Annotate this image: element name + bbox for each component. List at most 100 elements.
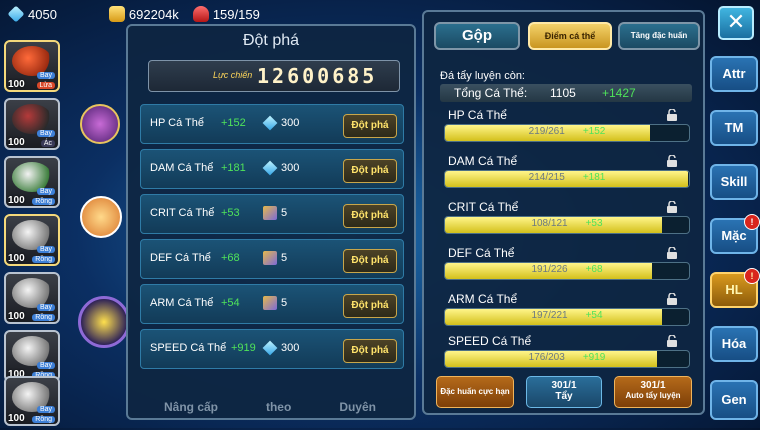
hero-level: 100 xyxy=(8,413,25,424)
diamond-icon xyxy=(262,160,278,176)
scroll-icon xyxy=(263,206,277,220)
bag-icon[interactable] xyxy=(80,196,122,238)
tab-individual-points[interactable]: Điểm cá thể xyxy=(528,22,612,50)
breakthrough-button[interactable]: Đột phá xyxy=(343,159,397,183)
breakthrough-button[interactable]: Đột phá xyxy=(343,339,397,363)
tab-label: TM xyxy=(724,120,744,135)
type-tag: Rồng xyxy=(32,416,55,423)
stat-bonus: +53 xyxy=(585,218,603,229)
stat-name: SPEED Cá Thể xyxy=(150,342,227,354)
tab-merge[interactable]: Gộp xyxy=(434,22,520,50)
tab-mac[interactable]: Mặc ! xyxy=(710,214,760,254)
type-tag: Bay xyxy=(36,406,55,413)
stat-progress-bar: 108/121 +53 xyxy=(444,216,690,234)
stat-name: SPEED Cá Thể xyxy=(448,334,532,348)
tab-tm[interactable]: TM xyxy=(710,110,758,146)
breakthrough-row: HP Cá Thể +152 300 Đột phá xyxy=(140,104,404,144)
hero-slot[interactable]: Bay Lửa 100 xyxy=(4,40,60,92)
combat-power-box: Lực chiến 12600685 xyxy=(148,60,400,92)
total-label: Tổng Cá Thể: xyxy=(454,86,528,100)
tab-skill[interactable]: Skill xyxy=(710,164,758,200)
tab-gen[interactable]: Gen xyxy=(710,380,758,420)
cost-amount: 5 xyxy=(281,252,288,264)
tab-label: Mặc xyxy=(721,228,747,243)
stat-progress-text: 108/121 +53 xyxy=(445,218,689,229)
scroll-icon xyxy=(263,251,277,265)
stat-value: 108/121 xyxy=(531,218,568,229)
cost-amount: 5 xyxy=(281,297,288,309)
auto-wash-count: 301/1 xyxy=(640,380,666,391)
hero-level: 100 xyxy=(8,79,25,90)
hero-slot[interactable]: Bay Ác 100 xyxy=(4,98,60,150)
type-tag: Bay xyxy=(36,304,55,311)
stat-name: CRIT Cá Thể xyxy=(448,200,519,214)
lock-icon[interactable] xyxy=(666,246,678,259)
stat-name: DEF Cá Thể xyxy=(150,252,211,264)
stat-increase: +54 xyxy=(221,297,240,309)
tab-affinity[interactable]: Duyên xyxy=(339,400,376,422)
combat-power-value: 12600685 xyxy=(257,64,378,88)
tab-hoa[interactable]: Hóa xyxy=(710,326,758,362)
stat-increase: +68 xyxy=(221,252,240,264)
cost-amount: 300 xyxy=(281,162,300,174)
tab-special-training[interactable]: Tăng đặc huấn xyxy=(618,22,700,50)
hero-slot[interactable]: Bay Rồng 100 xyxy=(4,376,60,426)
hero-slot[interactable]: Bay Rồng 100 xyxy=(4,330,60,382)
stat-value: 214/215 xyxy=(528,172,565,183)
breakthrough-button[interactable]: Đột phá xyxy=(343,294,397,318)
tab-hl[interactable]: HL ! xyxy=(710,268,760,308)
auto-wash-button[interactable]: 301/1 Auto tẩy luyện xyxy=(614,376,692,408)
stat-name: ARM Cá Thể xyxy=(448,292,518,306)
breakthrough-button[interactable]: Đột phá xyxy=(343,204,397,228)
type-tag: Rồng xyxy=(32,198,55,205)
training-panel: Gộp Điểm cá thể Tăng đặc huấn Đá tẩy luy… xyxy=(422,10,705,415)
type-tag: Rồng xyxy=(32,256,55,263)
wash-count: 301/1 xyxy=(551,380,577,391)
breakthrough-row: DAM Cá Thể +181 300 Đột phá xyxy=(140,149,404,189)
lock-icon[interactable] xyxy=(666,334,678,347)
stat-progress-bar: 219/261 +152 xyxy=(444,124,690,142)
lock-icon[interactable] xyxy=(666,108,678,121)
hero-slot[interactable]: Bay Rồng 100 xyxy=(4,156,60,208)
stat-bonus: +68 xyxy=(585,264,603,275)
hero-slot[interactable]: Bay Rồng 100 xyxy=(4,272,60,324)
breakthrough-row: CRIT Cá Thể +53 5 Đột phá xyxy=(140,194,404,234)
total-bonus: +1427 xyxy=(602,86,636,100)
lock-icon[interactable] xyxy=(666,154,678,167)
tab-follow[interactable]: theo xyxy=(266,400,291,422)
close-icon: ✕ xyxy=(726,9,746,34)
extreme-training-button[interactable]: Đặc huấn cực hạn xyxy=(436,376,514,408)
stat-progress-bar: 191/226 +68 xyxy=(444,262,690,280)
stat-progress-bar: 176/203 +919 xyxy=(444,350,690,368)
stat-row: DEF Cá Thể 191/226 +68 xyxy=(440,246,692,292)
lock-icon[interactable] xyxy=(666,200,678,213)
stat-bonus: +181 xyxy=(582,172,606,183)
breakthrough-button[interactable]: Đột phá xyxy=(343,114,397,138)
stat-progress-text: 191/226 +68 xyxy=(445,264,689,275)
stat-name: DEF Cá Thể xyxy=(448,246,515,260)
breakthrough-button[interactable]: Đột phá xyxy=(343,249,397,273)
close-button[interactable]: ✕ xyxy=(718,6,754,40)
breakthrough-panel: Đột phá Lực chiến 12600685 HP Cá Thể +15… xyxy=(126,24,416,420)
stat-row: HP Cá Thể 219/261 +152 xyxy=(440,108,692,154)
lock-icon[interactable] xyxy=(666,292,678,305)
hero-slot[interactable]: Bay Rồng 100 xyxy=(4,214,60,266)
stat-progress-text: 214/215 +181 xyxy=(445,172,689,183)
tab-upgrade[interactable]: Nâng cấp xyxy=(164,400,218,422)
breakthrough-row: DEF Cá Thể +68 5 Đột phá xyxy=(140,239,404,279)
combat-power-label: Lực chiến xyxy=(213,70,253,80)
scroll-icon xyxy=(263,296,277,310)
breakthrough-row: ARM Cá Thể +54 5 Đột phá xyxy=(140,284,404,324)
stat-progress-text: 219/261 +152 xyxy=(445,126,689,137)
cost-amount: 300 xyxy=(281,342,300,354)
equipment-icon[interactable] xyxy=(80,104,120,144)
stat-row: CRIT Cá Thể 108/121 +53 xyxy=(440,200,692,246)
wash-button[interactable]: 301/1 Tẩy xyxy=(526,376,602,408)
tab-attr[interactable]: Attr xyxy=(710,56,758,92)
emblem-icon[interactable] xyxy=(78,296,130,348)
diamond-icon xyxy=(7,5,25,23)
stat-bonus: +919 xyxy=(582,352,606,363)
hero-level: 100 xyxy=(8,195,25,206)
stat-row: DAM Cá Thể 214/215 +181 xyxy=(440,154,692,200)
wash-label: Tẩy xyxy=(555,391,573,402)
